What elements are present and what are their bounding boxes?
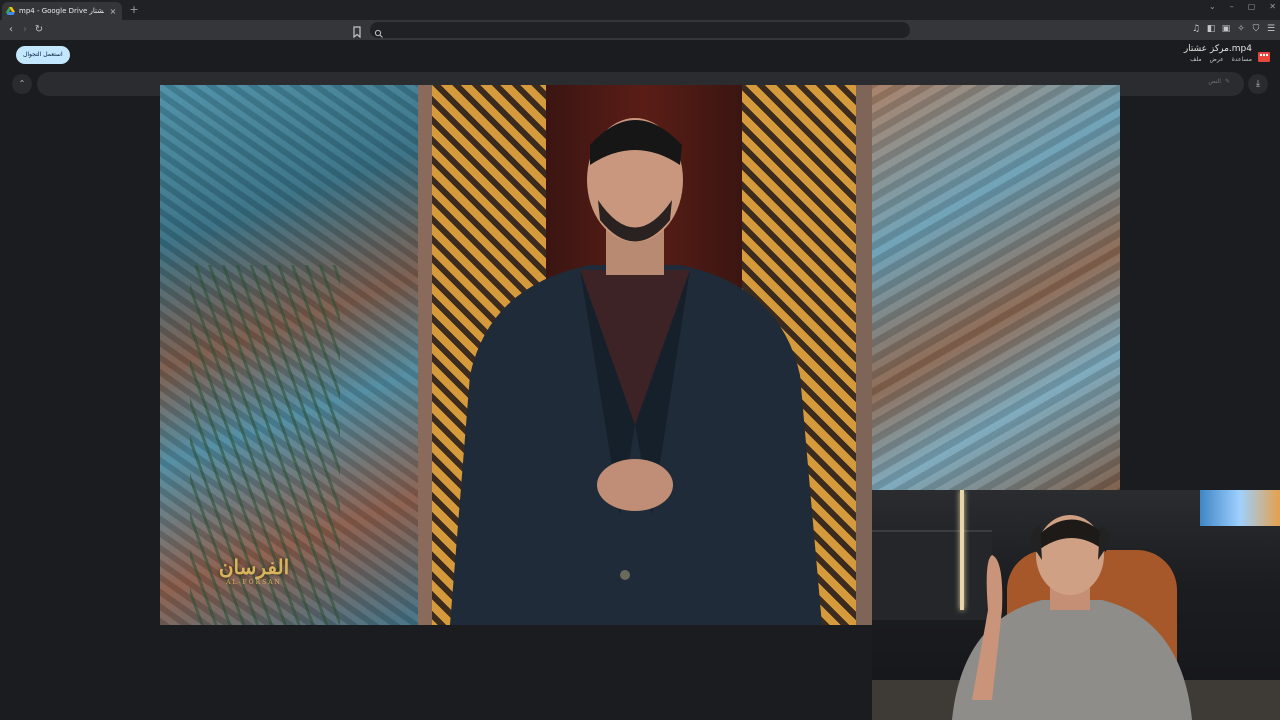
shield-icon[interactable]: ⛉	[1251, 23, 1261, 35]
cam-monitor	[1200, 490, 1280, 526]
close-window-icon[interactable]: ✕	[1269, 2, 1276, 11]
open-with-button[interactable]: استعمل التجوال	[16, 46, 70, 64]
menu-icon[interactable]: ☰	[1266, 23, 1276, 35]
google-drive-icon	[6, 7, 15, 15]
tab-list-icon[interactable]: ⌄	[1209, 2, 1216, 11]
extensions-icon[interactable]: ✧	[1236, 23, 1246, 35]
tab-close-icon[interactable]: ×	[108, 7, 118, 16]
presenter-figure	[450, 118, 822, 625]
file-menu: ملف عرض مساعدة	[1184, 56, 1252, 63]
logo-latin: AL-FORSAN	[226, 579, 282, 586]
search-icon	[374, 24, 384, 38]
al-forsan-logo: الفرسان AL-FORSAN	[212, 555, 296, 586]
forward-icon[interactable]: ›	[18, 23, 32, 37]
window-controls: ⌄ – ▢ ✕	[1209, 2, 1276, 11]
collapse-icon[interactable]: ⌃	[12, 74, 32, 94]
maximize-icon[interactable]: ▢	[1248, 2, 1256, 11]
menu-help[interactable]: مساعدة	[1232, 56, 1252, 63]
menu-file[interactable]: ملف	[1190, 56, 1201, 63]
file-name: مركز عشتار.mp4	[1183, 44, 1252, 54]
minimize-icon[interactable]: –	[1230, 2, 1234, 11]
download-icon[interactable]: ⤓	[1248, 74, 1268, 94]
back-icon[interactable]: ‹	[4, 23, 18, 37]
edit-icon: ✎	[1224, 78, 1230, 85]
search-placeholder: النص	[1208, 78, 1221, 85]
sidepanel-icon[interactable]: ◧	[1206, 23, 1216, 35]
file-header: مركز عشتار.mp4 ملف عرض مساعدة	[1184, 44, 1270, 63]
bookmark-icon[interactable]	[352, 23, 364, 39]
panel-frame-right	[856, 85, 872, 625]
new-tab-button[interactable]: +	[128, 3, 140, 16]
streamer-figure	[952, 515, 1192, 720]
browser-tab[interactable]: mp4 - Google Drive مركز عشتار ×	[2, 2, 122, 20]
video-file-icon	[1258, 48, 1270, 62]
reload-icon[interactable]: ↻	[32, 23, 46, 37]
extension-icons: ♫ ◧ ▣ ✧ ⛉ ☰	[1191, 23, 1276, 35]
logo-arabic: الفرسان	[218, 555, 290, 579]
tab-title: mp4 - Google Drive مركز عشتار	[19, 7, 104, 15]
address-bar[interactable]	[370, 22, 910, 38]
browser-toolbar: ‹ › ↻ ♫ ◧ ▣ ✧ ⛉ ☰	[0, 20, 1280, 40]
music-icon[interactable]: ♫	[1191, 23, 1201, 35]
menu-view[interactable]: عرض	[1210, 56, 1224, 63]
tab-search-icon[interactable]: ▣	[1221, 23, 1231, 35]
webcam-overlay	[872, 490, 1280, 720]
tab-bar: mp4 - Google Drive مركز عشتار × + ⌄ – ▢ …	[0, 0, 1280, 20]
